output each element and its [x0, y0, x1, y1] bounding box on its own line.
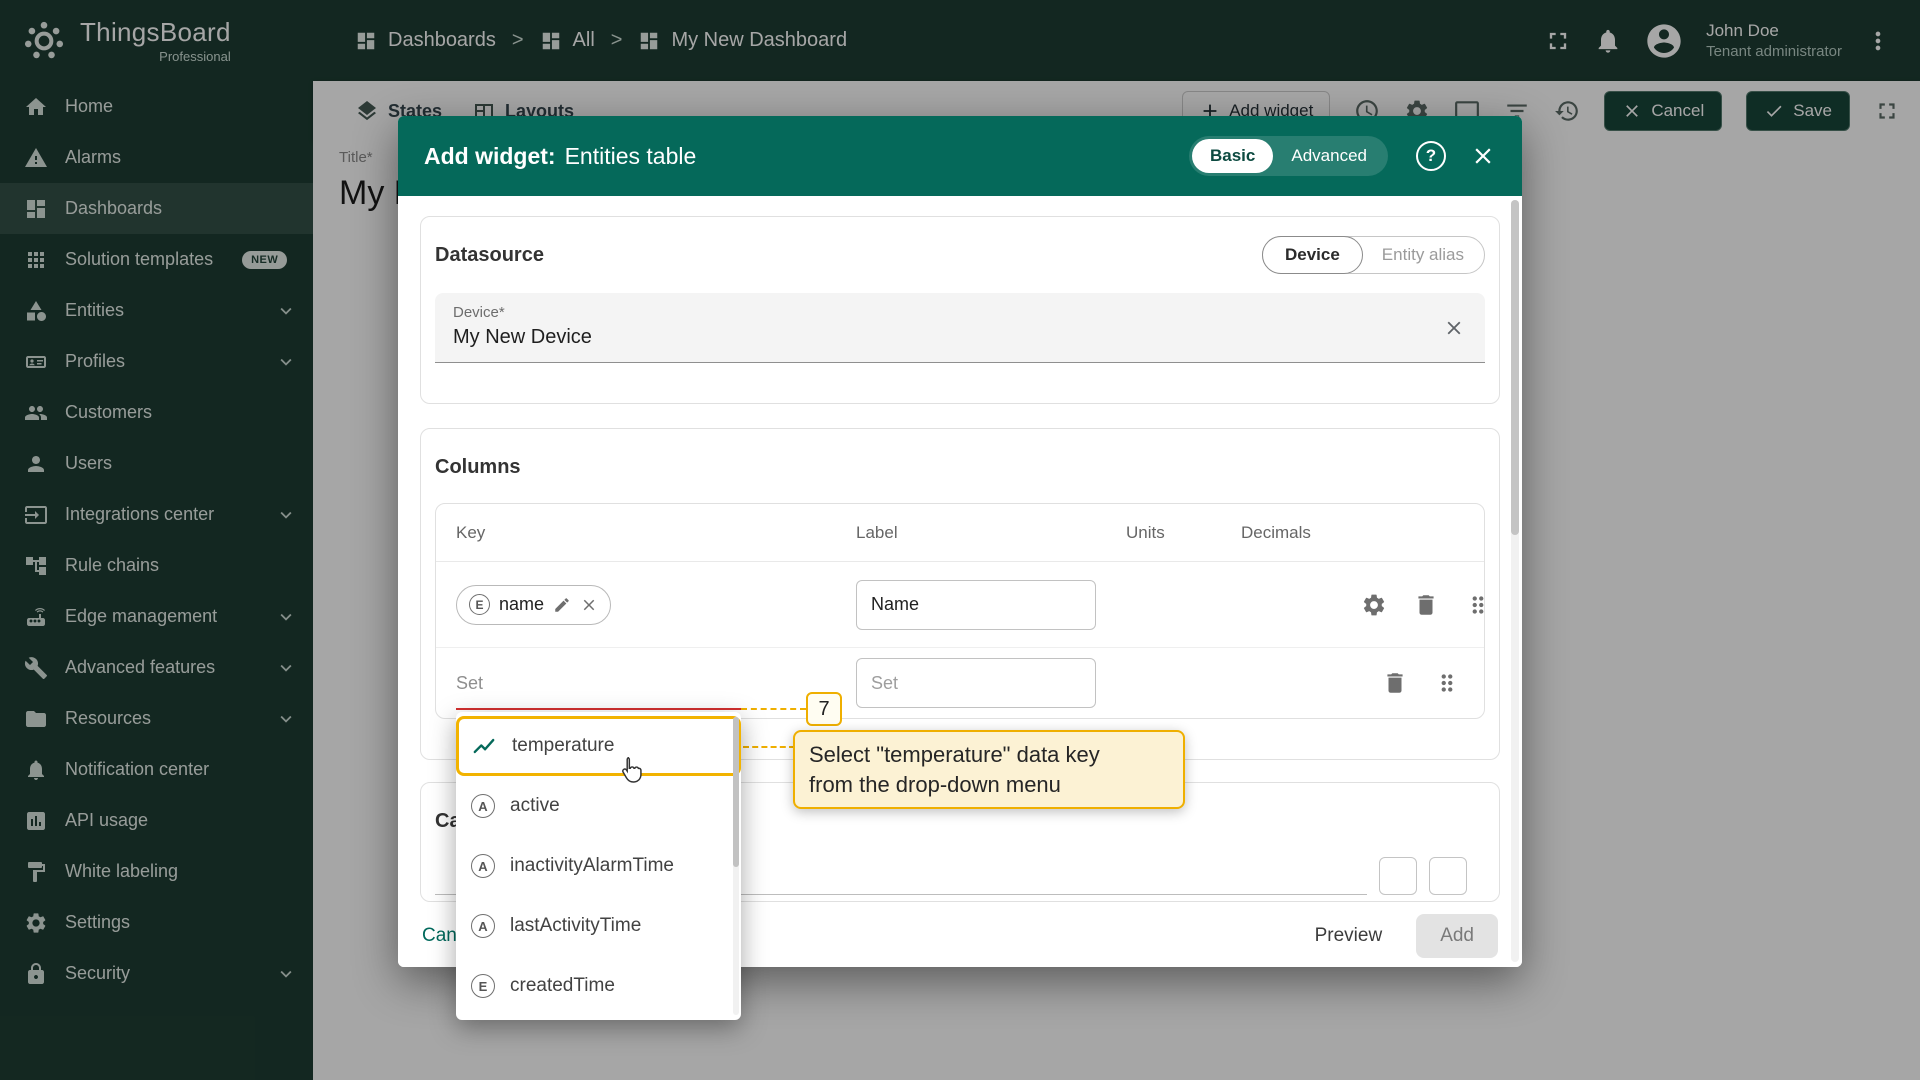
clear-device-icon[interactable]: [1443, 317, 1465, 339]
toggle-entity-alias[interactable]: Entity alias: [1362, 237, 1484, 273]
column-label-input[interactable]: [856, 658, 1096, 708]
partial-icon-button[interactable]: [1379, 857, 1417, 895]
annotation-step-badge: 7: [806, 692, 842, 726]
column-header-decimals: Decimals: [1241, 523, 1361, 543]
label-cell: [856, 580, 1126, 630]
dropdown-option-createdtime[interactable]: EcreatedTime: [456, 956, 741, 1016]
add-widget-dialog: Add widget: Entities table Basic Advance…: [398, 116, 1522, 967]
device-field-value: My New Device: [453, 326, 1467, 349]
data-key-options: temperature Aactive AinactivityAlarmTime…: [456, 716, 741, 1016]
dropdown-option-label: lastActivityTime: [510, 915, 641, 937]
datasource-section: Datasource Device Entity alias Device* M…: [420, 216, 1500, 404]
dialog-close-icon[interactable]: [1470, 143, 1496, 169]
column-header-key: Key: [456, 523, 856, 543]
key-chip[interactable]: E name: [456, 585, 611, 625]
widget-type-name: Entities table: [565, 143, 697, 170]
add-button[interactable]: Add: [1416, 914, 1498, 958]
entity-field-icon: E: [471, 974, 495, 998]
tab-advanced[interactable]: Advanced: [1273, 139, 1385, 173]
partial-icon-button[interactable]: [1429, 857, 1467, 895]
remove-key-icon[interactable]: [580, 596, 598, 614]
data-key-dropdown: temperature Aactive AinactivityAlarmTime…: [456, 712, 741, 1020]
device-field[interactable]: Device* My New Device: [435, 293, 1485, 363]
key-chip-label: name: [499, 594, 544, 615]
dialog-header: Add widget: Entities table Basic Advance…: [398, 116, 1522, 196]
dialog-body: Datasource Device Entity alias Device* M…: [398, 196, 1522, 905]
annotation-tooltip: Select "temperature" data key from the d…: [793, 730, 1185, 809]
mouse-cursor-hand: [614, 754, 646, 786]
key-autocomplete-label: Set: [456, 673, 483, 694]
dropdown-option-inactivityalarmtime[interactable]: AinactivityAlarmTime: [456, 836, 741, 896]
preview-button[interactable]: Preview: [1301, 915, 1397, 957]
edit-key-icon[interactable]: [553, 596, 571, 614]
timeseries-icon: [471, 733, 497, 759]
dropdown-scrollbar-thumb[interactable]: [733, 717, 739, 867]
annotation-connector-line: [741, 708, 806, 710]
attribute-icon: A: [471, 914, 495, 938]
columns-table: KeyLabelUnitsDecimals E name: [435, 503, 1485, 719]
dropdown-option-label: active: [510, 795, 560, 817]
datasource-heading: Datasource: [435, 244, 544, 267]
column-row-name: E name: [436, 562, 1484, 648]
toggle-device[interactable]: Device: [1262, 236, 1363, 274]
device-field-label: Device*: [453, 304, 1467, 321]
dialog-title: Add widget: Entities table: [424, 143, 696, 170]
drag-handle-icon[interactable]: [1465, 592, 1491, 618]
column-row-new: Set 7 Select "temperature" data key from…: [436, 648, 1484, 718]
key-cell: E name: [456, 585, 856, 625]
dropdown-option-label: createdTime: [510, 975, 615, 997]
attribute-icon: A: [471, 794, 495, 818]
dropdown-option-temperature[interactable]: temperature: [456, 716, 741, 776]
row-actions: [1361, 670, 1464, 696]
columns-table-header: KeyLabelUnitsDecimals: [436, 504, 1484, 562]
delete-column-icon[interactable]: [1382, 670, 1408, 696]
tab-basic[interactable]: Basic: [1192, 139, 1273, 173]
drag-handle-icon[interactable]: [1434, 670, 1460, 696]
dropdown-option-label: temperature: [512, 735, 614, 757]
attribute-icon: A: [471, 854, 495, 878]
annotation-text-line: Select "temperature" data key: [809, 740, 1169, 770]
columns-heading: Columns: [435, 456, 521, 479]
annotation-connector-line: [743, 746, 795, 748]
dropdown-option-active[interactable]: Aactive: [456, 776, 741, 836]
delete-column-icon[interactable]: [1413, 592, 1439, 618]
key-autocomplete-cell[interactable]: Set 7 Select "temperature" data key from…: [456, 648, 856, 718]
column-settings-icon[interactable]: [1361, 592, 1387, 618]
columns-section: Columns KeyLabelUnitsDecimals E name: [420, 428, 1500, 760]
column-label-input[interactable]: [856, 580, 1096, 630]
annotation-text-line: from the drop-down menu: [809, 770, 1169, 800]
basic-advanced-toggle: Basic Advanced: [1189, 136, 1388, 176]
entity-field-icon: E: [469, 594, 490, 615]
dropdown-option-label: inactivityAlarmTime: [510, 855, 674, 877]
dialog-scrollbar[interactable]: [1511, 200, 1519, 962]
dialog-title-prefix: Add widget:: [424, 143, 556, 170]
column-header-units: Units: [1126, 523, 1241, 543]
label-cell: [856, 658, 1126, 708]
row-actions: [1361, 592, 1495, 618]
invalid-field-underline: [456, 708, 741, 710]
dropdown-scrollbar[interactable]: [733, 717, 739, 1015]
help-button[interactable]: ?: [1416, 141, 1446, 171]
dialog-scrollbar-thumb[interactable]: [1511, 200, 1519, 535]
column-header-label: Label: [856, 523, 1126, 543]
dropdown-option-lastactivitytime[interactable]: AlastActivityTime: [456, 896, 741, 956]
datasource-type-toggle: Device Entity alias: [1262, 236, 1485, 274]
